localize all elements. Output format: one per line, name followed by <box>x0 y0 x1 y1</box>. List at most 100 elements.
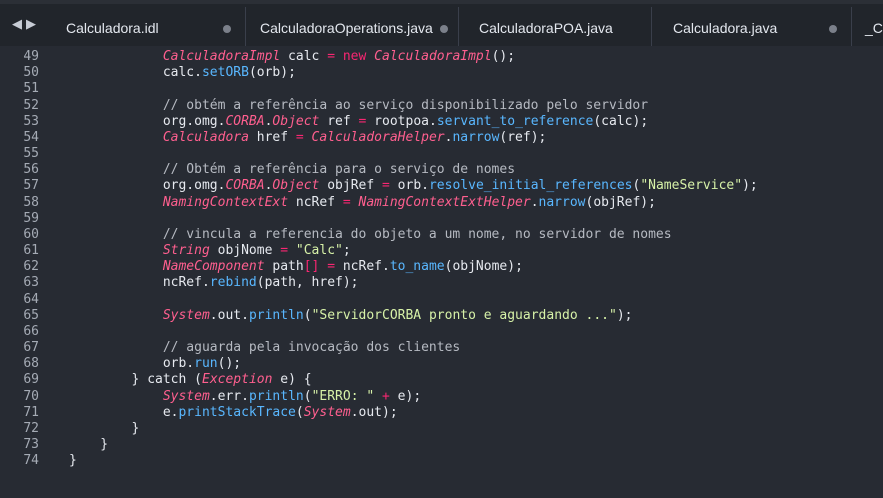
unsaved-dot-icon <box>829 25 837 33</box>
code-token-string: "Calc" <box>295 243 343 259</box>
code-token-type: String <box>162 243 210 259</box>
code-line[interactable]: 62 NameComponent path[] = ncRef.to_name(o… <box>0 259 883 275</box>
code-token-plain: (objNome); <box>444 259 523 275</box>
code-token-plain: ( <box>303 388 312 404</box>
code-token-type: Calculadora <box>162 129 249 145</box>
code-token-plain: org.omg. <box>162 178 226 194</box>
line-number: 53 <box>23 113 39 129</box>
code-token-plain: ( <box>295 404 304 420</box>
code-token-plain: calc <box>280 49 328 64</box>
tab-label: CalculadoraPOA.java <box>479 20 613 36</box>
line-number: 58 <box>23 194 39 210</box>
line-number: 72 <box>23 420 39 436</box>
code-line[interactable]: 67 // aguarda pela invocação dos clientes <box>0 340 883 356</box>
code-token-method: println <box>248 307 304 323</box>
code-line[interactable]: 74} <box>0 453 883 469</box>
code-token-type: System <box>162 307 210 323</box>
tab-calculadora-java[interactable]: Calculadora.java <box>652 7 852 46</box>
code-token-plain: ); <box>616 307 633 323</box>
code-line[interactable]: 58 NamingContextExt ncRef = NamingContext… <box>0 195 883 211</box>
code-editor[interactable]: 49 CalculadoraImpl calc = new Calculadora… <box>0 46 883 498</box>
code-line[interactable]: 54 Calculadora href = CalculadoraHelper.n… <box>0 130 883 146</box>
code-line[interactable]: 51 <box>0 81 883 97</box>
code-line[interactable]: 71 e.printStackTrace(System.out); <box>0 405 883 421</box>
code-line[interactable]: 52 // obtém a referência ao serviço dispo… <box>0 98 883 114</box>
code-text: } catch (Exception e) { <box>132 372 312 388</box>
code-line[interactable]: 70 System.err.println("ERRO: " + e); <box>0 389 883 405</box>
code-token-op: + <box>382 388 390 404</box>
code-line[interactable]: 64 <box>0 292 883 308</box>
code-line[interactable]: 56 // Obtém a referência para o serviço d… <box>0 162 883 178</box>
code-token-method: setORB <box>201 65 249 81</box>
code-line[interactable]: 69} catch (Exception e) { <box>0 372 883 388</box>
code-text: // Obtém a referência para o serviço de … <box>163 162 515 178</box>
code-line[interactable]: 59 <box>0 211 883 227</box>
code-line[interactable]: 61 String objNome = "Calc"; <box>0 243 883 259</box>
code-line[interactable]: 49 CalculadoraImpl calc = new Calculadora… <box>0 49 883 65</box>
code-token-method: printStackTrace <box>178 404 296 420</box>
code-text: org.omg.CORBA.Object objRef = orb.resolv… <box>163 178 758 194</box>
code-text: // obtém a referência ao serviço disponi… <box>163 98 648 114</box>
code-line[interactable]: 63 ncRef.rebind(path, href); <box>0 275 883 291</box>
line-number: 57 <box>23 178 39 194</box>
back-arrow-icon[interactable]: ◀ <box>10 16 24 34</box>
code-line[interactable]: 65 System.out.println("ServidorCORBA pron… <box>0 308 883 324</box>
code-token-keyword-soft: catch <box>147 372 187 388</box>
tab-truncated-file[interactable]: _Ca <box>852 7 883 46</box>
line-number: 67 <box>23 340 39 356</box>
code-line[interactable]: 57 org.omg.CORBA.Object objRef = orb.reso… <box>0 178 883 194</box>
code-line[interactable]: 72} <box>0 421 883 437</box>
code-token-plain: ref <box>319 113 359 129</box>
tab-calculadora-idl[interactable]: Calculadora.idl <box>48 7 246 46</box>
code-text: } <box>69 453 77 469</box>
code-line[interactable]: 53 org.omg.CORBA.Object ref = rootpoa.ser… <box>0 114 883 130</box>
code-token-method: resolve_initial_references <box>428 178 633 194</box>
tab-calculadorapoa-java[interactable]: CalculadoraPOA.java <box>459 7 652 46</box>
code-token-type: CORBA <box>225 113 265 129</box>
code-token-op: = <box>327 49 336 64</box>
line-number: 52 <box>23 97 39 113</box>
code-text: // aguarda pela invocação dos clientes <box>163 340 460 356</box>
code-text: org.omg.CORBA.Object ref = rootpoa.serva… <box>163 114 648 130</box>
code-token-plain: ; <box>342 243 351 259</box>
forward-arrow-icon[interactable]: ▶ <box>24 16 38 34</box>
code-token-type: CalculadoraImpl <box>374 49 492 64</box>
code-token-method: println <box>248 388 304 404</box>
line-number: 59 <box>23 210 39 226</box>
code-line[interactable]: 60 // vincula a referencia do objeto a um… <box>0 227 883 243</box>
code-token-string: "ServidorCORBA pronto e aguardando ..." <box>311 307 617 323</box>
code-line[interactable]: 55 <box>0 146 883 162</box>
code-token-comment: // obtém a referência ao serviço disponi… <box>162 97 649 113</box>
code-token-plain: (); <box>217 356 242 372</box>
code-token-plain: href <box>248 129 296 145</box>
line-number: 73 <box>23 437 39 453</box>
code-line[interactable]: 73} <box>0 437 883 453</box>
line-number: 50 <box>23 65 39 81</box>
code-token-type: NamingContextExt <box>162 194 289 210</box>
code-line[interactable]: 50 calc.setORB(orb); <box>0 65 883 81</box>
tab-calculadoraoperations-java[interactable]: CalculadoraOperations.java <box>246 7 459 46</box>
code-token-plain: ncRef. <box>335 259 390 275</box>
code-token-string: "NameService" <box>640 178 743 194</box>
code-text: // vincula a referencia do objeto a um n… <box>163 227 672 243</box>
code-token-type: System <box>162 388 210 404</box>
code-token-plain: orb. <box>389 178 429 194</box>
line-number: 65 <box>23 307 39 323</box>
line-number: 51 <box>23 81 39 97</box>
code-token-plain: } <box>131 420 140 436</box>
code-line[interactable]: 66 <box>0 324 883 340</box>
code-token-plain: e); <box>389 388 422 404</box>
line-number: 49 <box>23 49 39 64</box>
code-text: Calculadora href = CalculadoraHelper.nar… <box>163 130 547 146</box>
code-token-plain: e. <box>162 404 179 420</box>
tab-label: Calculadora.java <box>673 20 778 36</box>
code-line[interactable]: 68 orb.run(); <box>0 356 883 372</box>
line-number: 66 <box>23 323 39 339</box>
code-token-string: "ERRO: " <box>311 388 375 404</box>
code-text: String objNome = "Calc"; <box>163 243 351 259</box>
code-token-plain: } <box>69 453 77 469</box>
code-text: e.printStackTrace(System.out); <box>163 405 398 421</box>
line-number: 63 <box>23 275 39 291</box>
